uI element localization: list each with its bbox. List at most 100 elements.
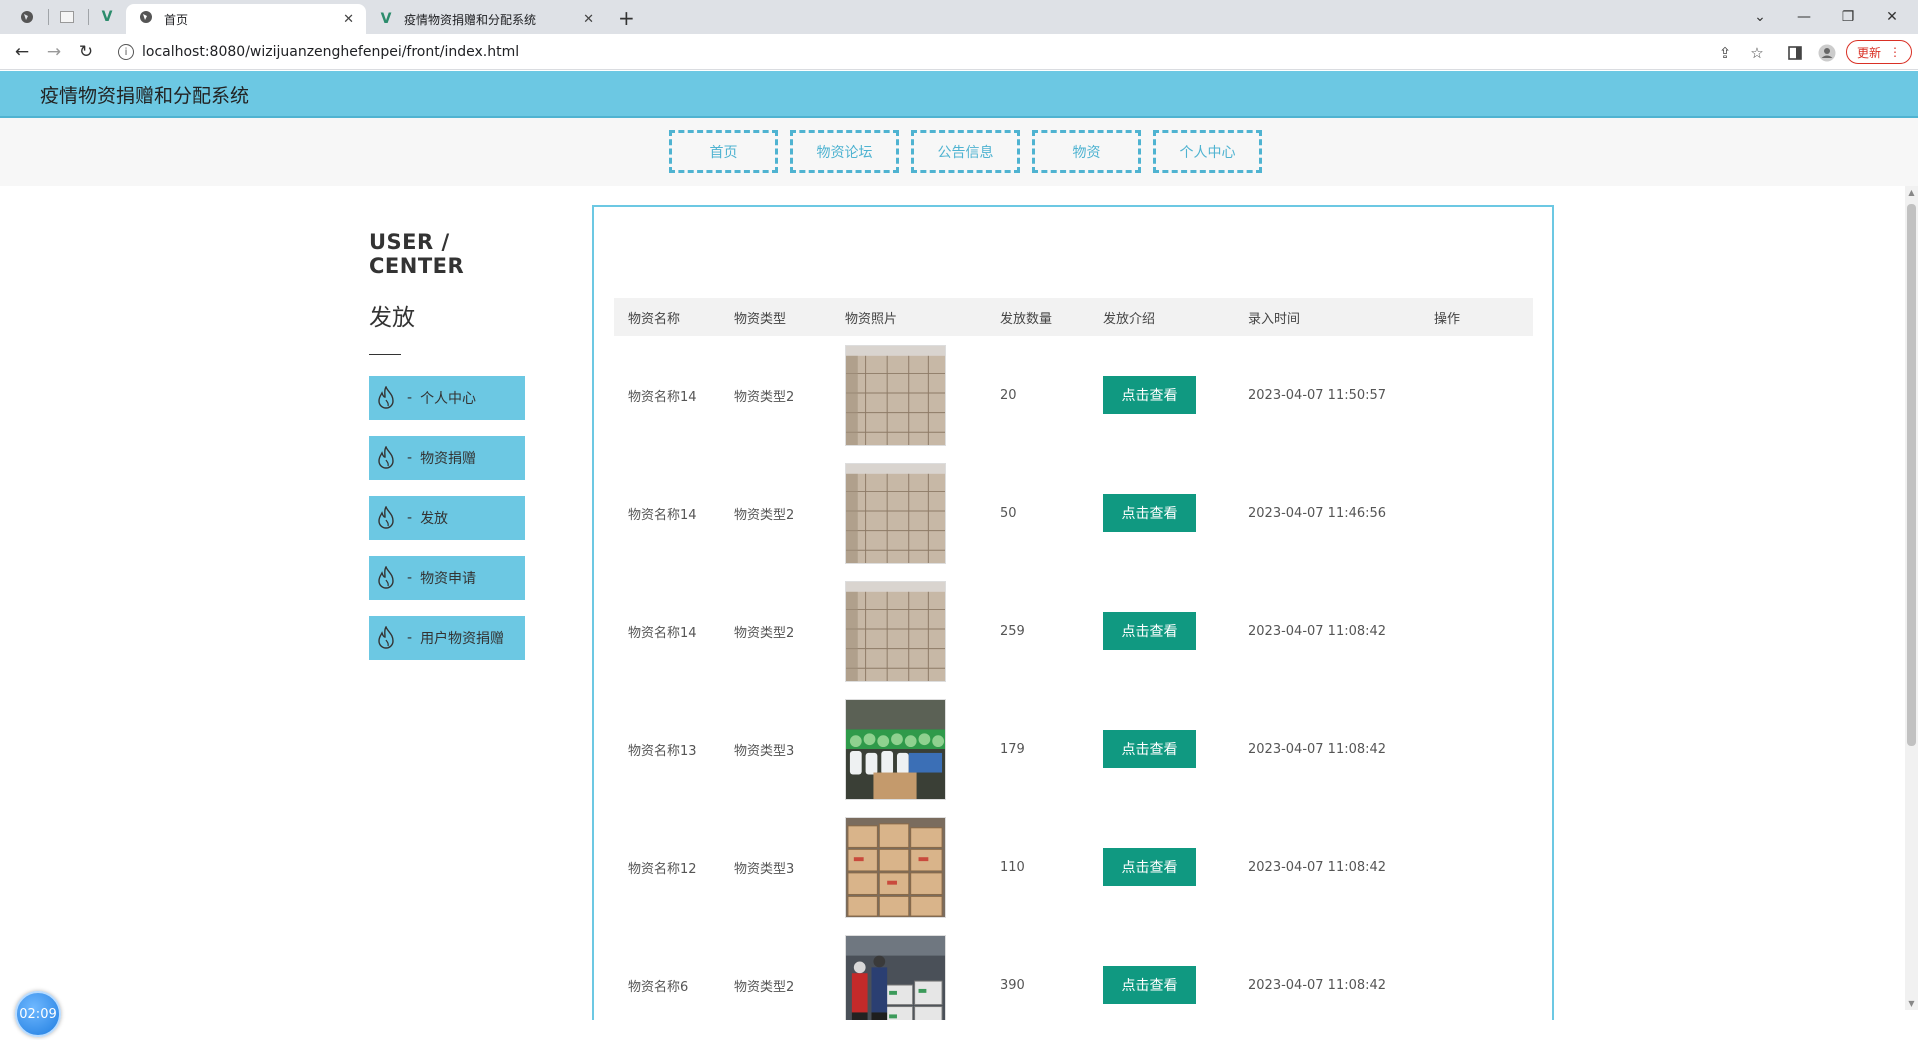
separator: - bbox=[407, 630, 413, 646]
nav-announcements[interactable]: 公告信息 bbox=[911, 130, 1020, 173]
nav-home[interactable]: 首页 bbox=[669, 130, 778, 173]
cell-photo bbox=[845, 344, 1000, 446]
supply-photo-warehouse-boxes[interactable] bbox=[845, 816, 946, 918]
back-icon[interactable]: ← bbox=[10, 40, 34, 64]
nav-forum[interactable]: 物资论坛 bbox=[790, 130, 899, 173]
forward-icon[interactable]: → bbox=[42, 40, 66, 64]
sidebar-item-label: 用户物资捐赠 bbox=[420, 631, 505, 647]
close-icon[interactable]: ✕ bbox=[583, 12, 594, 27]
table-row: 物资名称13 物资类型3 179 点击查看 2023-04-07 11:08:4… bbox=[614, 690, 1533, 808]
view-details-button[interactable]: 点击查看 bbox=[1103, 848, 1196, 886]
sidebar-heading-en: USER / CENTER bbox=[369, 230, 465, 278]
supply-photo-workers-boxes[interactable] bbox=[845, 934, 946, 1021]
cell-photo bbox=[845, 934, 1000, 1021]
reload-icon[interactable]: ↻ bbox=[74, 40, 98, 64]
cell-quantity: 179 bbox=[1000, 741, 1025, 757]
window-close-icon[interactable]: ✕ bbox=[1870, 4, 1914, 30]
sidebar-item-applications[interactable]: - 物资申请 bbox=[369, 556, 525, 600]
view-details-button[interactable]: 点击查看 bbox=[1103, 966, 1196, 1004]
column-header: 物资类型 bbox=[734, 311, 787, 327]
cell-type: 物资类型2 bbox=[734, 389, 795, 405]
info-icon[interactable]: i bbox=[118, 44, 134, 60]
table-header: 物资名称 物资类型 物资照片 发放数量 发放介绍 录入时间 操作 bbox=[614, 298, 1533, 336]
cell-intro: 点击查看 bbox=[1103, 966, 1248, 1004]
close-icon[interactable]: ✕ bbox=[343, 12, 354, 27]
sidebar-item-label: 物资捐赠 bbox=[420, 451, 477, 467]
scrollbar-thumb[interactable] bbox=[1907, 204, 1916, 746]
cell-time: 2023-04-07 11:08:42 bbox=[1248, 741, 1387, 757]
site-title: 疫情物资捐赠和分配系统 bbox=[40, 85, 250, 107]
update-button[interactable]: 更新 ⋮ bbox=[1846, 40, 1913, 64]
minimize-icon[interactable]: — bbox=[1782, 4, 1826, 30]
tab-system[interactable]: V 疫情物资捐赠和分配系统 ✕ bbox=[366, 4, 606, 34]
blank-page-icon[interactable] bbox=[52, 6, 82, 28]
more-vert-icon: ⋮ bbox=[1889, 45, 1902, 59]
cell-type: 物资类型2 bbox=[734, 507, 795, 523]
address-bar: ← → ↻ i localhost:8080/wizijuanzenghefen… bbox=[0, 34, 1918, 70]
vue-icon[interactable]: V bbox=[92, 6, 122, 28]
tab-home[interactable]: 首页 ✕ bbox=[126, 4, 366, 34]
user-center-sidebar: USER / CENTER 发放 - 个人中心 - 物资捐赠 - 发放 - 物资… bbox=[369, 230, 529, 676]
cell-quantity: 390 bbox=[1000, 977, 1025, 993]
sidebar-item-distribution[interactable]: - 发放 bbox=[369, 496, 525, 540]
supply-photo-stacked-boxes[interactable] bbox=[845, 344, 946, 446]
supply-photo-stacked-boxes[interactable] bbox=[845, 462, 946, 564]
restore-icon[interactable]: ❐ bbox=[1826, 4, 1870, 30]
browser-tab-bar: V 首页 ✕ V 疫情物资捐赠和分配系统 ✕ + ⌄ — ❐ ✕ bbox=[0, 0, 1918, 34]
sidebar-item-user-donations[interactable]: - 用户物资捐赠 bbox=[369, 616, 525, 660]
view-details-button[interactable]: 点击查看 bbox=[1103, 494, 1196, 532]
sidebar-item-user-center[interactable]: - 个人中心 bbox=[369, 376, 525, 420]
cell-time: 2023-04-07 11:08:42 bbox=[1248, 859, 1387, 875]
view-details-button[interactable]: 点击查看 bbox=[1103, 376, 1196, 414]
sidebar-item-donations[interactable]: - 物资捐赠 bbox=[369, 436, 525, 480]
cell-time: 2023-04-07 11:46:56 bbox=[1248, 505, 1387, 521]
table-row: 物资名称14 物资类型2 20 点击查看 2023-04-07 11:50:57 bbox=[614, 336, 1533, 454]
bookmark-star-icon[interactable]: ☆ bbox=[1746, 42, 1768, 64]
new-tab-icon[interactable]: + bbox=[618, 6, 635, 30]
profile-icon[interactable] bbox=[1816, 42, 1838, 64]
cell-photo bbox=[845, 698, 1000, 800]
globe-icon[interactable] bbox=[12, 6, 42, 28]
supply-photo-stacked-boxes[interactable] bbox=[845, 580, 946, 682]
cell-quantity: 110 bbox=[1000, 859, 1025, 875]
page-scrollbar[interactable]: ▲ ▼ bbox=[1905, 186, 1918, 1010]
cell-time: 2023-04-07 11:08:42 bbox=[1248, 977, 1387, 993]
column-header: 录入时间 bbox=[1248, 311, 1301, 327]
tab-separator bbox=[88, 9, 89, 25]
cell-intro: 点击查看 bbox=[1103, 848, 1248, 886]
flame-icon bbox=[375, 445, 397, 471]
separator: - bbox=[407, 510, 413, 526]
url-field[interactable]: i localhost:8080/wizijuanzenghefenpei/fr… bbox=[108, 39, 1748, 65]
nav-supplies[interactable]: 物资 bbox=[1032, 130, 1141, 173]
table-row: 物资名称14 物资类型2 259 点击查看 2023-04-07 11:08:4… bbox=[614, 572, 1533, 690]
cell-photo bbox=[845, 580, 1000, 682]
nav-user-center[interactable]: 个人中心 bbox=[1153, 130, 1262, 173]
tab-search-icon[interactable]: ⌄ bbox=[1738, 4, 1782, 30]
cell-type: 物资类型2 bbox=[734, 979, 795, 995]
cell-type: 物资类型3 bbox=[734, 743, 795, 759]
view-details-button[interactable]: 点击查看 bbox=[1103, 730, 1196, 768]
globe-icon bbox=[138, 10, 154, 28]
cell-type: 物资类型2 bbox=[734, 625, 795, 641]
separator: - bbox=[407, 450, 413, 466]
cell-name: 物资名称14 bbox=[628, 389, 697, 405]
tab-title: 首页 bbox=[164, 12, 189, 27]
share-icon[interactable]: ⇪ bbox=[1714, 42, 1736, 64]
cell-time: 2023-04-07 11:50:57 bbox=[1248, 387, 1387, 403]
tab-title: 疫情物资捐赠和分配系统 bbox=[404, 12, 537, 27]
tab-separator bbox=[48, 9, 49, 25]
scroll-up-arrow-icon[interactable]: ▲ bbox=[1905, 188, 1918, 197]
cell-name: 物资名称14 bbox=[628, 507, 697, 523]
view-details-button[interactable]: 点击查看 bbox=[1103, 612, 1196, 650]
supply-photo-bottles[interactable] bbox=[845, 698, 946, 800]
timer-badge[interactable]: 02:09 bbox=[15, 991, 61, 1037]
cell-quantity: 50 bbox=[1000, 505, 1017, 521]
url-text: localhost:8080/wizijuanzenghefenpei/fron… bbox=[142, 44, 520, 60]
scroll-down-arrow-icon[interactable]: ▼ bbox=[1905, 999, 1918, 1008]
distribution-table: 物资名称 物资类型 物资照片 发放数量 发放介绍 录入时间 操作 物资名称14 … bbox=[614, 298, 1533, 1020]
cell-intro: 点击查看 bbox=[1103, 612, 1248, 650]
sidebar-item-label: 物资申请 bbox=[420, 571, 477, 587]
content-panel: 物资名称 物资类型 物资照片 发放数量 发放介绍 录入时间 操作 物资名称14 … bbox=[592, 205, 1554, 1020]
cell-time: 2023-04-07 11:08:42 bbox=[1248, 623, 1387, 639]
side-panel-icon[interactable] bbox=[1784, 42, 1806, 64]
